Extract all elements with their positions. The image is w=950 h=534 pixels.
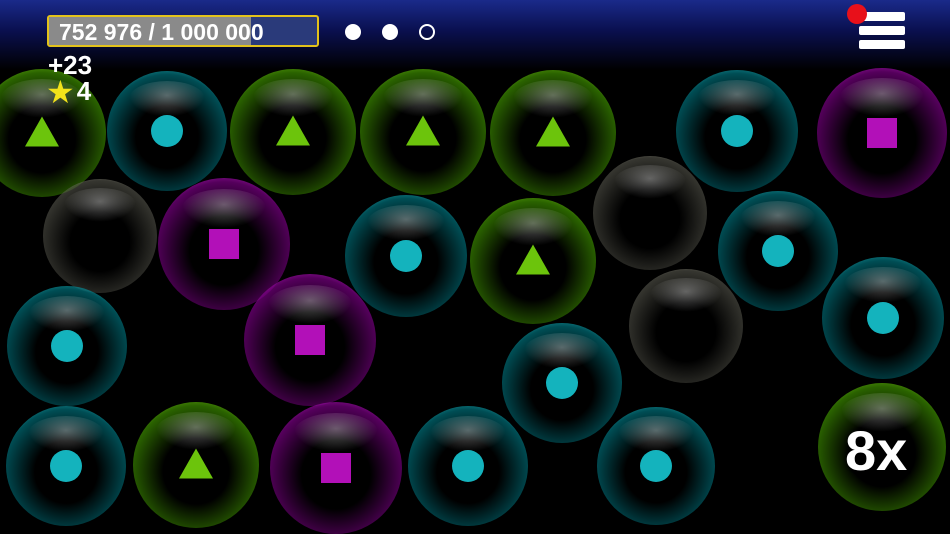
cyan-bubble[interactable]: [597, 407, 715, 525]
green-bubble[interactable]: [230, 69, 356, 195]
triangle-icon: [406, 115, 440, 146]
level-dot-3: [419, 24, 435, 40]
empty-bubble[interactable]: [43, 179, 157, 293]
circle-icon: [151, 115, 183, 147]
square-icon: [295, 325, 325, 355]
cyan-bubble[interactable]: [408, 406, 528, 526]
menu-button[interactable]: [847, 4, 905, 54]
square-icon: [867, 118, 897, 148]
magenta-bubble[interactable]: [244, 274, 376, 406]
circle-icon: [452, 450, 484, 482]
empty-bubble[interactable]: [629, 269, 743, 383]
circle-icon: [721, 115, 753, 147]
triangle-icon: [536, 116, 570, 147]
star-count: 4: [76, 76, 92, 106]
score-progress-bar: 752 976 / 1 000 000: [47, 15, 319, 47]
square-icon: [209, 229, 239, 259]
triangle-icon: [516, 244, 550, 275]
game-board: [0, 0, 950, 534]
cyan-bubble[interactable]: [822, 257, 944, 379]
star-counter: ★ 4: [46, 73, 92, 110]
circle-icon: [51, 330, 83, 362]
cyan-bubble[interactable]: [718, 191, 838, 311]
level-dot-2: [382, 24, 398, 40]
circle-icon: [50, 450, 82, 482]
green-bubble[interactable]: [133, 402, 259, 528]
circle-icon: [762, 235, 794, 267]
notification-dot: [847, 4, 867, 24]
cyan-bubble[interactable]: [502, 323, 622, 443]
cyan-bubble[interactable]: [676, 70, 798, 192]
circle-icon: [640, 450, 672, 482]
triangle-icon: [25, 116, 59, 147]
menu-bar: [859, 26, 905, 35]
circle-icon: [546, 367, 578, 399]
cyan-bubble[interactable]: [345, 195, 467, 317]
green-bubble[interactable]: [470, 198, 596, 324]
cyan-bubble[interactable]: [6, 406, 126, 526]
circle-icon: [390, 240, 422, 272]
triangle-icon: [179, 448, 213, 479]
progress-text: 752 976 / 1 000 000: [59, 19, 264, 45]
star-icon: ★: [46, 73, 75, 110]
cyan-bubble[interactable]: [107, 71, 227, 191]
triangle-icon: [276, 115, 310, 146]
circle-icon: [867, 302, 899, 334]
cyan-bubble[interactable]: [7, 286, 127, 406]
score-multiplier: 8x: [845, 419, 908, 482]
magenta-bubble[interactable]: [270, 402, 402, 534]
empty-bubble[interactable]: [593, 156, 707, 270]
magenta-bubble[interactable]: [817, 68, 947, 198]
menu-bar: [859, 40, 905, 49]
green-bubble[interactable]: [360, 69, 486, 195]
green-bubble[interactable]: [490, 70, 616, 196]
square-icon: [321, 453, 351, 483]
level-dot-1: [345, 24, 361, 40]
